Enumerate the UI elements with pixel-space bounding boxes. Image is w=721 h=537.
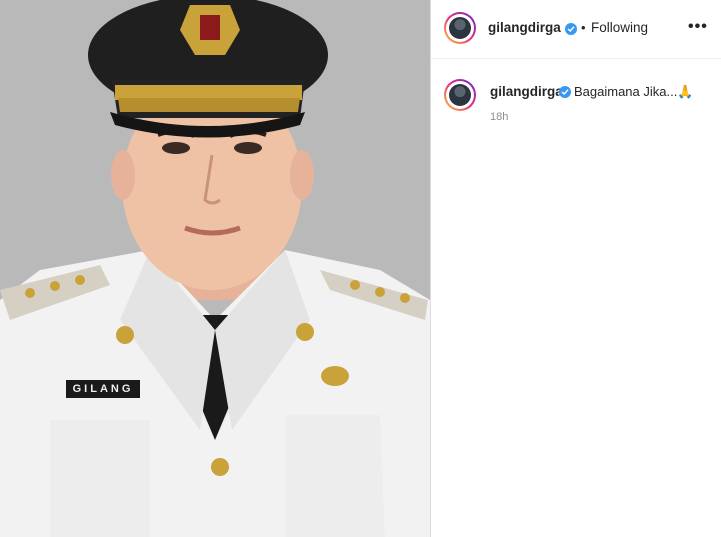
- more-options-icon[interactable]: •••: [688, 18, 708, 36]
- avatar-image-icon: [449, 84, 471, 106]
- caption-username[interactable]: gilangdirga: [490, 84, 563, 99]
- post-timestamp[interactable]: 18h: [490, 111, 508, 123]
- verified-badge-icon: [559, 86, 571, 98]
- caption-avatar[interactable]: [444, 79, 476, 111]
- post-header: gilangdirga • Following •••: [431, 0, 721, 59]
- post-photo[interactable]: GILANG: [0, 0, 430, 537]
- following-button[interactable]: Following: [591, 20, 648, 35]
- name-tag-text: GILANG: [72, 383, 134, 395]
- avatar-image-icon: [449, 17, 471, 39]
- header-separator: •: [581, 20, 586, 35]
- header-avatar[interactable]: [444, 12, 476, 44]
- post-side-panel: gilangdirga • Following ••• gilangdirga …: [431, 0, 721, 537]
- photo-illustration: [0, 0, 430, 537]
- caption-text: Bagaimana Jika...🙏: [574, 84, 694, 99]
- verified-badge-icon: [565, 23, 577, 35]
- header-username[interactable]: gilangdirga: [488, 20, 561, 35]
